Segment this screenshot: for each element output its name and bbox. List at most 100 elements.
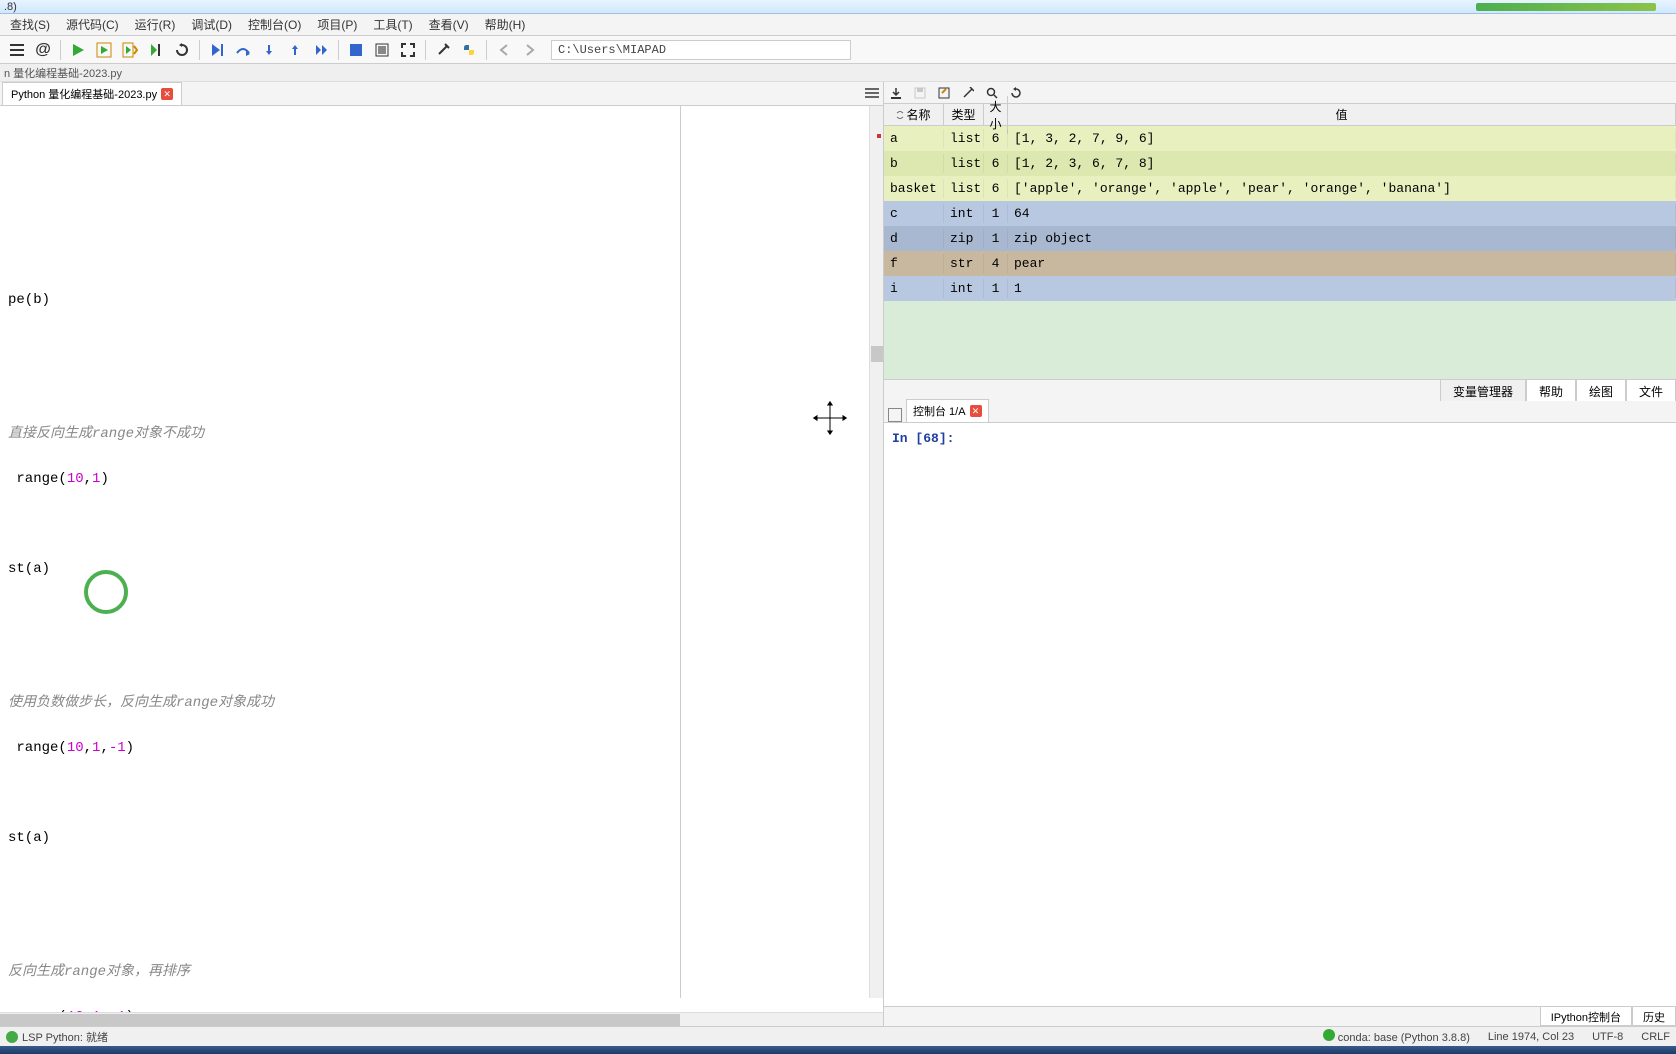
var-type: list [944,154,984,173]
var-value: pear [1008,254,1676,273]
run-icon[interactable] [67,39,89,61]
variable-row[interactable]: alist6[1, 3, 2, 7, 9, 6] [884,126,1676,151]
menu-help[interactable]: 帮助(H) [477,14,534,35]
var-size: 1 [984,204,1008,223]
variable-row[interactable]: dzip1zip object [884,226,1676,251]
header-size[interactable]: 大小 [984,96,1008,134]
sort-icon[interactable] [896,111,904,119]
hscrollbar-thumb[interactable] [0,1014,680,1026]
variable-row[interactable]: fstr4pear [884,251,1676,276]
debug-icon[interactable] [206,39,228,61]
outline-icon[interactable] [6,39,28,61]
editor-pane: Python 量化编程基础-2023.py ✕ pe(b) 直接反向生成rang… [0,82,884,1026]
editor-tab-label: Python 量化编程基础-2023.py [11,86,157,102]
var-name: b [884,154,944,173]
ipython-console[interactable]: In [68]: [884,423,1676,1006]
console-bottom-tabs: IPython控制台 历史 [884,1006,1676,1026]
var-value: 1 [1008,279,1676,298]
var-size: 1 [984,229,1008,248]
stop-icon[interactable] [345,39,367,61]
menu-run[interactable]: 运行(R) [127,14,184,35]
variable-row[interactable]: cint164 [884,201,1676,226]
import-icon[interactable] [888,85,904,101]
menu-debug[interactable]: 调试(D) [183,14,240,35]
header-type[interactable]: 类型 [944,104,984,125]
tab-ipython-console[interactable]: IPython控制台 [1540,1007,1632,1026]
forward-icon[interactable] [519,39,541,61]
rerun-icon[interactable] [171,39,193,61]
lsp-status-icon [6,1031,18,1043]
status-encoding[interactable]: UTF-8 [1592,1031,1623,1043]
status-eol[interactable]: CRLF [1641,1031,1670,1043]
conda-status-icon [1323,1029,1335,1041]
close-icon[interactable]: ✕ [970,405,982,417]
header-name[interactable]: 名称 [906,106,930,123]
var-type: list [944,129,984,148]
scrollbar-thumb[interactable] [871,346,883,362]
status-conda[interactable]: conda: base (Python 3.8.8) [1338,1032,1470,1044]
menu-project[interactable]: 项目(P) [309,14,365,35]
var-name: a [884,129,944,148]
run-cell-icon[interactable] [93,39,115,61]
refresh-icon[interactable] [1008,85,1024,101]
menu-tools[interactable]: 工具(T) [365,14,420,35]
right-panel-tabs: 变量管理器 帮助 绘图 文件 [884,379,1676,401]
continue-icon[interactable] [310,39,332,61]
breadcrumb-text: n 量化编程基础-2023.py [4,65,122,81]
step-out-icon[interactable] [284,39,306,61]
var-name: basket [884,179,944,198]
settings-icon[interactable] [432,39,454,61]
editor-tab-active[interactable]: Python 量化编程基础-2023.py ✕ [2,82,182,105]
console-icon[interactable] [888,408,902,422]
editor-vertical-scrollbar[interactable] [869,106,883,998]
variable-table-empty [884,301,1676,379]
var-type: str [944,254,984,273]
var-name: d [884,229,944,248]
var-type: int [944,279,984,298]
console-prompt-num: 68 [923,431,939,446]
menu-find[interactable]: 查找(S) [2,14,58,35]
working-directory-field[interactable]: C:\Users\MIAPAD [551,40,851,60]
menu-console[interactable]: 控制台(O) [240,14,309,35]
menu-bar: 查找(S) 源代码(C) 运行(R) 调试(D) 控制台(O) 项目(P) 工具… [0,14,1676,36]
var-name: c [884,204,944,223]
back-icon[interactable] [493,39,515,61]
variable-row[interactable]: iint11 [884,276,1676,301]
run-selection-icon[interactable] [145,39,167,61]
status-lsp[interactable]: LSP Python: 就绪 [22,1029,108,1045]
var-name: f [884,254,944,273]
save-as-icon[interactable] [936,85,952,101]
console-tab-active[interactable]: 控制台 1/A ✕ [906,399,989,422]
title-text: .8) [4,1,17,13]
step-into-icon[interactable] [258,39,280,61]
var-type: int [944,204,984,223]
step-over-icon[interactable] [232,39,254,61]
tab-menu-icon[interactable] [865,86,879,100]
header-value[interactable]: 值 [1008,104,1676,125]
right-pane: 名称 类型 大小 值 alist6[1, 3, 2, 7, 9, 6]blist… [884,82,1676,1026]
maximize-icon[interactable] [397,39,419,61]
variable-row[interactable]: blist6[1, 2, 3, 6, 7, 8] [884,151,1676,176]
status-bar: LSP Python: 就绪 conda: base (Python 3.8.8… [0,1026,1676,1046]
editor-horizontal-scrollbar[interactable] [0,1012,883,1026]
var-size: 4 [984,254,1008,273]
menu-source[interactable]: 源代码(C) [58,14,127,35]
var-name: i [884,279,944,298]
console-tabs: 控制台 1/A ✕ [884,401,1676,423]
code-editor[interactable]: pe(b) 直接反向生成range对象不成功 range(10,1) st(a)… [0,106,883,1012]
save-icon[interactable] [912,85,928,101]
at-icon[interactable]: @ [32,39,54,61]
run-cell-advance-icon[interactable] [119,39,141,61]
cell-icon[interactable] [371,39,393,61]
menu-view[interactable]: 查看(V) [421,14,477,35]
tab-history[interactable]: 历史 [1632,1007,1676,1026]
edit-icon[interactable] [960,85,976,101]
status-cursor-pos[interactable]: Line 1974, Col 23 [1488,1031,1574,1043]
console-prompt-in: In [ [892,431,923,446]
console-tab-label: 控制台 1/A [913,403,966,419]
var-size: 6 [984,179,1008,198]
close-icon[interactable]: ✕ [161,88,173,100]
python-icon[interactable] [458,39,480,61]
window-titlebar: .8) [0,0,1676,14]
variable-row[interactable]: basketlist6['apple', 'orange', 'apple', … [884,176,1676,201]
